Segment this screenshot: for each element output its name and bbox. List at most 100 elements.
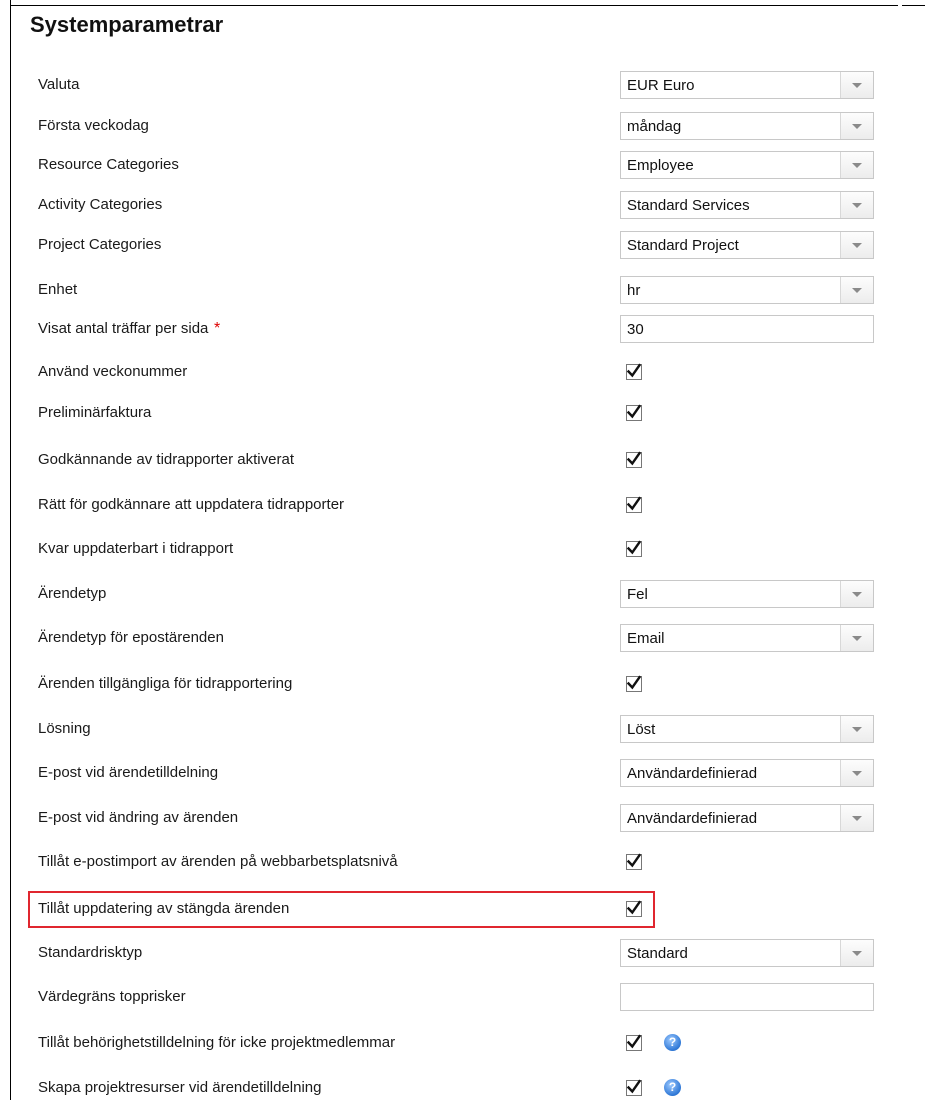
frame-border-top-right [902,5,925,6]
setting-checkbox[interactable] [626,404,642,421]
setting-label: Activity Categories [38,196,163,213]
setting-select[interactable]: Employee [620,151,874,179]
page-title: Systemparametrar [30,12,224,37]
setting-checkbox[interactable] [626,675,642,692]
setting-text-input[interactable] [620,315,874,343]
chevron-down-icon [852,288,862,293]
setting-label: Första veckodag [38,117,149,134]
select-value: Standard Project [627,237,739,254]
setting-label: Använd veckonummer [38,363,188,380]
highlight-box [28,891,655,928]
settings-row: Värdegräns topprisker [30,983,900,1011]
settings-row: Project Categories Standard Project [30,231,900,259]
chevron-down-icon [852,124,862,129]
setting-select[interactable]: Standard Project [620,231,874,259]
select-value: Standard Services [627,197,750,214]
dropdown-button[interactable] [840,581,873,607]
setting-label: Skapa projektresurser vid ärendetilldeln… [38,1079,322,1096]
dropdown-button[interactable] [840,940,873,966]
setting-label: Godkännande av tidrapporter aktiverat [38,451,294,468]
settings-row: Ärendetyp Fel [30,580,900,608]
setting-checkbox[interactable] [626,496,642,513]
setting-label: Kvar uppdaterbart i tidrapport [38,540,234,557]
select-value: Email [627,630,665,647]
dropdown-button[interactable] [840,277,873,303]
dropdown-button[interactable] [840,716,873,742]
settings-row: E-post vid ärendetilldelning Användardefi… [30,759,900,787]
setting-checkbox[interactable] [626,1079,642,1096]
select-value: Användardefinierad [627,765,758,782]
setting-label: Preliminärfaktura [38,404,152,421]
setting-select[interactable]: Email [620,624,874,652]
chevron-down-icon [852,951,862,956]
chevron-down-icon [852,592,862,597]
settings-row: Enhet hr [30,276,900,304]
dropdown-button[interactable] [840,72,873,98]
settings-row: Rätt för godkännare att uppdatera tidrap… [30,491,900,519]
dropdown-button[interactable] [840,625,873,651]
setting-select[interactable]: måndag [620,112,874,140]
setting-select[interactable]: Löst [620,715,874,743]
select-value: måndag [627,118,682,135]
settings-row: Activity Categories Standard Services [30,191,900,219]
setting-label: Visat antal träffar per sida [38,320,209,337]
setting-label: E-post vid ändring av ärenden [38,809,239,826]
setting-label: Resource Categories [38,156,179,173]
settings-row: Tillåt e-postimport av ärenden på webbar… [30,848,900,876]
select-value: hr [627,282,641,299]
setting-checkbox[interactable] [626,451,642,468]
dropdown-button[interactable] [840,760,873,786]
settings-row: Resource Categories Employee [30,151,900,179]
setting-checkbox[interactable] [626,540,642,557]
setting-label: Rätt för godkännare att uppdatera tidrap… [38,496,345,513]
chevron-down-icon [852,771,862,776]
dropdown-button[interactable] [840,805,873,831]
dropdown-button[interactable] [840,232,873,258]
setting-select[interactable]: Fel [620,580,874,608]
settings-row: Ärenden tillgängliga för tidrapportering [30,670,900,698]
settings-row: Preliminärfaktura [30,399,900,427]
dropdown-button[interactable] [840,152,873,178]
setting-label: Tillåt behörighetstilldelning för icke p… [38,1034,396,1051]
chevron-down-icon [852,727,862,732]
setting-select[interactable]: Användardefinierad [620,759,874,787]
setting-label: Ärendetyp för epostärenden [38,629,224,646]
setting-label: Lösning [38,720,91,737]
chevron-down-icon [852,243,862,248]
chevron-down-icon [852,163,862,168]
help-icon[interactable]: ? [664,1034,681,1051]
setting-label: Project Categories [38,236,162,253]
chevron-down-icon [852,203,862,208]
setting-text-input[interactable] [620,983,874,1011]
setting-label: Ärenden tillgängliga för tidrapportering [38,675,293,692]
select-value: Användardefinierad [627,810,758,827]
dropdown-button[interactable] [840,113,873,139]
settings-row: Godkännande av tidrapporter aktiverat [30,446,900,474]
setting-label: Valuta [38,76,80,93]
settings-row: Visat antal träffar per sida * [30,315,900,343]
select-value: Standard [627,945,688,962]
setting-label: Värdegräns topprisker [38,988,186,1005]
dropdown-button[interactable] [840,192,873,218]
help-icon[interactable]: ? [664,1079,681,1096]
frame-border-top [10,5,898,6]
setting-select[interactable]: Standard Services [620,191,874,219]
setting-checkbox[interactable] [626,363,642,380]
select-value: EUR Euro [627,77,695,94]
settings-row: Tillåt behörighetstilldelning för icke p… [30,1029,900,1057]
setting-select[interactable]: Standard [620,939,874,967]
setting-checkbox[interactable] [626,1034,642,1051]
setting-label: Tillåt e-postimport av ärenden på webbar… [38,853,398,870]
setting-label: Ärendetyp [38,585,107,602]
setting-select[interactable]: EUR Euro [620,71,874,99]
settings-row: Ärendetyp för epostärenden Email [30,624,900,652]
setting-select[interactable]: Användardefinierad [620,804,874,832]
settings-row: E-post vid ändring av ärenden Användardef… [30,804,900,832]
settings-row: Första veckodag måndag [30,112,900,140]
setting-checkbox[interactable] [626,853,642,870]
select-value: Löst [627,721,656,738]
setting-select[interactable]: hr [620,276,874,304]
setting-label: Enhet [38,281,78,298]
select-value: Employee [627,157,694,174]
settings-row: Skapa projektresurser vid ärendetilldeln… [30,1074,900,1102]
